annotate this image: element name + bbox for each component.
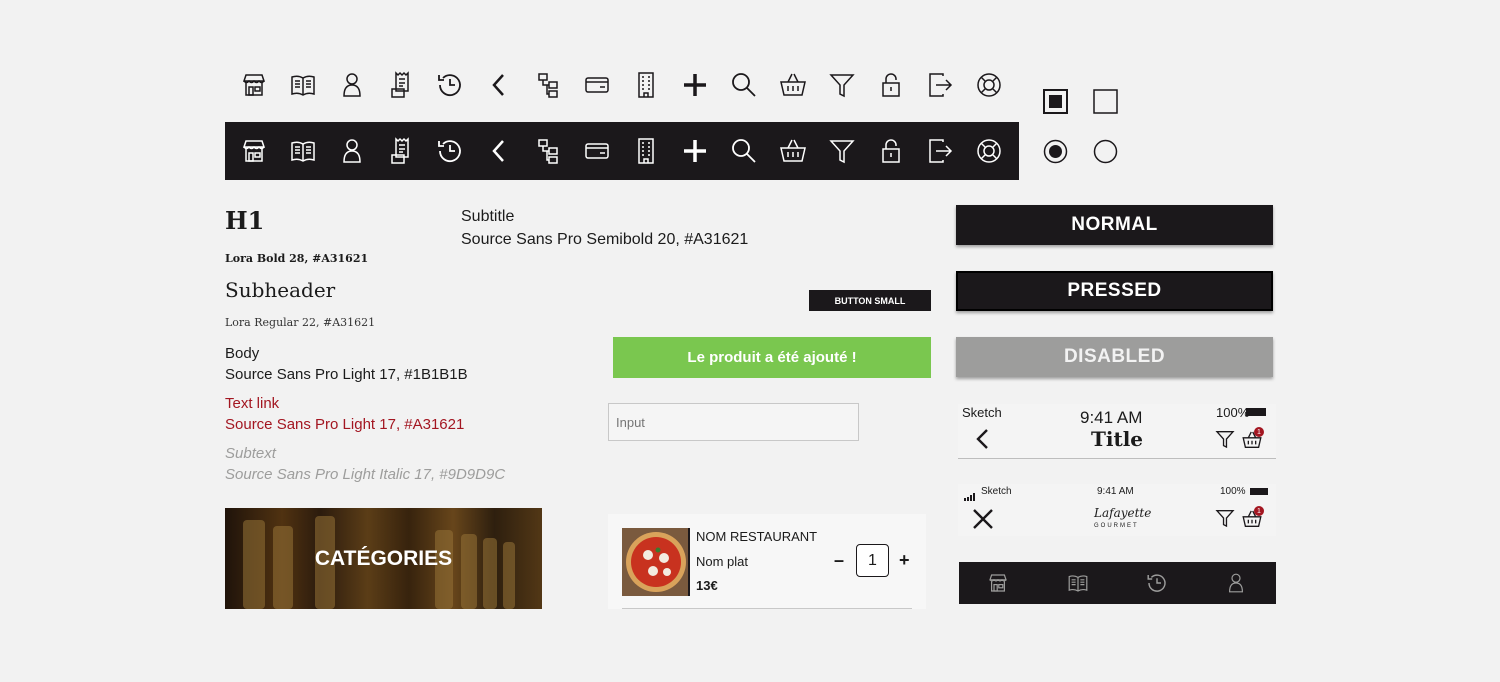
h1-spec: Lora Bold 28, #A31621 [225, 252, 369, 265]
filter-icon[interactable] [1214, 507, 1236, 529]
battery-label: 100% [1216, 405, 1250, 420]
category-card[interactable]: CATÉGORIES [225, 508, 542, 609]
logout-icon[interactable] [925, 70, 955, 100]
menu-book-icon[interactable] [288, 136, 318, 166]
close-icon[interactable] [972, 508, 994, 530]
filter-icon[interactable] [1214, 428, 1236, 450]
menu-book-icon[interactable] [288, 70, 318, 100]
icon-row-dark [225, 122, 1019, 180]
plus-icon[interactable] [680, 70, 710, 100]
h1-sample: H1 [225, 206, 265, 235]
text-link-spec: Source Sans Pro Light 17, #A31621 [225, 416, 465, 433]
status-time: 9:41 AM [1097, 486, 1134, 497]
plus-icon[interactable] [680, 136, 710, 166]
quantity-plus-button[interactable]: + [899, 550, 910, 571]
lifebuoy-icon[interactable] [974, 70, 1004, 100]
dish-thumbnail [622, 528, 690, 596]
tab-menu-book-icon[interactable] [1066, 571, 1090, 595]
button-small[interactable]: BUTTON SMALL [809, 290, 931, 311]
subtext-spec: Source Sans Pro Light Italic 17, #9D9D9C [225, 466, 506, 483]
tab-bar [959, 562, 1276, 604]
status-time: 9:41 AM [1080, 408, 1143, 427]
flowchart-icon[interactable] [533, 70, 563, 100]
battery-label: 100% [1220, 486, 1246, 497]
user-icon[interactable] [337, 136, 367, 166]
chevron-left-icon[interactable] [484, 136, 514, 166]
button-disabled: DISABLED [956, 337, 1273, 377]
dish-price: 13€ [696, 578, 718, 593]
button-pressed[interactable]: PRESSED [956, 271, 1273, 311]
carrier-label: Sketch [962, 405, 1002, 420]
basket-icon[interactable] [778, 136, 808, 166]
cart-item-card: NOM RESTAURANT Nom plat 13€ – 1 + [608, 514, 926, 609]
subtitle-spec: Source Sans Pro Semibold 20, #A31621 [461, 231, 749, 248]
logo-subtitle: GOURMET [1094, 523, 1139, 529]
basket-icon[interactable] [778, 70, 808, 100]
receipt-icon[interactable] [386, 70, 416, 100]
quantity-minus-button[interactable]: – [834, 550, 844, 571]
credit-card-icon[interactable] [582, 70, 612, 100]
filter-icon[interactable] [827, 70, 857, 100]
tab-user-icon[interactable] [1224, 571, 1248, 595]
cart-badge: 1 [1254, 427, 1264, 437]
signal-icon [964, 488, 980, 501]
checkbox-checked[interactable] [1043, 89, 1068, 114]
nav-header-title: Sketch 9:41 AM 100% Title 1 [958, 404, 1276, 459]
user-icon[interactable] [337, 70, 367, 100]
building-icon[interactable] [631, 136, 661, 166]
text-input[interactable] [608, 403, 859, 441]
nav-header-logo: Sketch 9:41 AM 100% Lafayette GOURMET 1 [958, 484, 1276, 536]
search-icon[interactable] [729, 136, 759, 166]
checkbox-unchecked[interactable] [1093, 89, 1118, 114]
receipt-icon[interactable] [386, 136, 416, 166]
chevron-left-icon[interactable] [484, 70, 514, 100]
button-normal[interactable]: NORMAL [956, 205, 1273, 245]
radio-unselected[interactable] [1093, 139, 1118, 164]
subtext-sample: Subtext [225, 445, 276, 462]
tab-history-icon[interactable] [1145, 571, 1169, 595]
search-icon[interactable] [729, 70, 759, 100]
flowchart-icon[interactable] [533, 136, 563, 166]
radio-selected[interactable] [1043, 139, 1068, 164]
lock-icon[interactable] [876, 70, 906, 100]
restaurant-name: NOM RESTAURANT [696, 529, 818, 544]
quantity-value[interactable]: 1 [856, 544, 889, 577]
text-link-sample[interactable]: Text link [225, 395, 279, 412]
battery-icon [1246, 408, 1266, 416]
history-icon[interactable] [435, 136, 465, 166]
cart-badge: 1 [1254, 506, 1264, 516]
lifebuoy-icon[interactable] [974, 136, 1004, 166]
store-icon[interactable] [239, 136, 269, 166]
body-spec: Source Sans Pro Light 17, #1B1B1B [225, 366, 468, 383]
history-icon[interactable] [435, 70, 465, 100]
filter-icon[interactable] [827, 136, 857, 166]
body-sample: Body [225, 345, 260, 362]
success-toast: Le produit a été ajouté ! [613, 337, 931, 378]
logo: Lafayette [1094, 506, 1152, 520]
lock-icon[interactable] [876, 136, 906, 166]
battery-icon [1250, 488, 1268, 495]
building-icon[interactable] [631, 70, 661, 100]
tab-store-icon[interactable] [986, 571, 1010, 595]
store-icon[interactable] [239, 70, 269, 100]
credit-card-icon[interactable] [582, 136, 612, 166]
dish-name: Nom plat [696, 554, 749, 569]
carrier-label: Sketch [981, 486, 1012, 497]
subheader-sample: Subheader [225, 278, 336, 302]
icon-row-light [225, 56, 1019, 114]
subheader-spec: Lora Regular 22, #A31621 [225, 316, 376, 329]
subtitle-sample: Subtitle [461, 208, 515, 225]
logout-icon[interactable] [925, 136, 955, 166]
category-label: CATÉGORIES [314, 546, 453, 570]
